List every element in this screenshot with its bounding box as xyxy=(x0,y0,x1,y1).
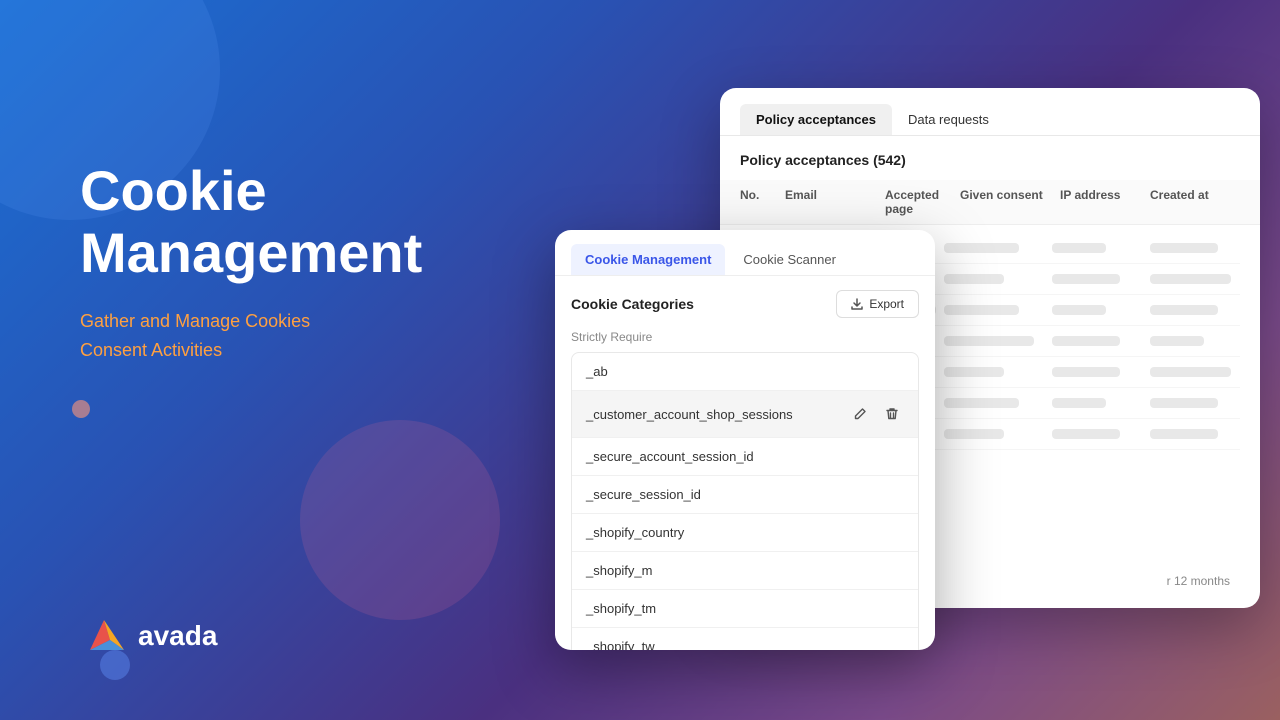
cookie-panel: Cookie Management Cookie Scanner Cookie … xyxy=(555,230,935,650)
skeleton xyxy=(944,429,1004,439)
skeleton xyxy=(1052,274,1120,284)
col-ip-address: IP address xyxy=(1060,188,1150,216)
skeleton xyxy=(1150,336,1204,346)
skeleton xyxy=(944,305,1019,315)
skeleton xyxy=(1150,429,1218,439)
edit-icon[interactable] xyxy=(848,402,872,426)
policy-footer: r 12 months xyxy=(1167,574,1230,588)
policy-tab-requests[interactable]: Data requests xyxy=(892,104,1005,135)
cookie-item-customer-account[interactable]: _customer_account_shop_sessions xyxy=(572,391,918,438)
cookie-list: _ab _customer_account_shop_sessions _sec… xyxy=(571,352,919,650)
col-no: No. xyxy=(740,188,785,216)
delete-icon[interactable] xyxy=(880,402,904,426)
col-email: Email xyxy=(785,188,885,216)
cookie-item-actions xyxy=(848,402,904,426)
bg-dot-1 xyxy=(72,400,90,418)
cookie-item-shopify-m[interactable]: _shopify_m xyxy=(572,552,918,590)
skeleton xyxy=(1150,367,1231,377)
col-given-consent: Given consent xyxy=(960,188,1060,216)
bg-decoration-2 xyxy=(300,420,500,620)
export-icon xyxy=(851,298,863,310)
skeleton xyxy=(1052,336,1120,346)
skeleton xyxy=(1052,243,1106,253)
skeleton xyxy=(944,398,1019,408)
skeleton xyxy=(1150,305,1218,315)
cookie-tabs: Cookie Management Cookie Scanner xyxy=(555,230,935,276)
cookie-item-shopify-country[interactable]: _shopify_country xyxy=(572,514,918,552)
policy-tabs: Policy acceptances Data requests xyxy=(720,88,1260,136)
skeleton xyxy=(1052,429,1120,439)
skeleton xyxy=(1150,274,1231,284)
col-created-at: Created at xyxy=(1150,188,1240,216)
cookie-categories-title: Cookie Categories xyxy=(571,296,694,312)
strictly-require-label: Strictly Require xyxy=(555,326,935,352)
col-accepted-page: Accepted page xyxy=(885,188,960,216)
skeleton xyxy=(944,243,1019,253)
cookie-item-ab[interactable]: _ab xyxy=(572,353,918,391)
policy-tab-acceptances[interactable]: Policy acceptances xyxy=(740,104,892,135)
avada-logo-icon xyxy=(80,612,128,660)
policy-table-header: No. Email Accepted page Given consent IP… xyxy=(720,180,1260,225)
cookie-tab-management[interactable]: Cookie Management xyxy=(571,244,725,275)
cookie-item-secure-account[interactable]: _secure_account_session_id xyxy=(572,438,918,476)
export-button[interactable]: Export xyxy=(836,290,919,318)
policy-header: Policy acceptances (542) xyxy=(720,136,1260,180)
skeleton xyxy=(1150,243,1218,253)
skeleton xyxy=(1052,398,1106,408)
left-content: Cookie Management Gather and Manage Cook… xyxy=(80,160,480,365)
skeleton xyxy=(944,336,1034,346)
skeleton xyxy=(1052,305,1106,315)
cookie-tab-scanner[interactable]: Cookie Scanner xyxy=(729,244,850,275)
logo-text: avada xyxy=(138,620,217,652)
cookie-item-shopify-tm[interactable]: _shopify_tm xyxy=(572,590,918,628)
skeleton xyxy=(1150,398,1218,408)
skeleton xyxy=(1052,367,1120,377)
main-title: Cookie Management xyxy=(80,160,480,283)
skeleton xyxy=(944,274,1004,284)
logo-area: avada xyxy=(80,612,217,660)
subtitle: Gather and Manage Cookies Consent Activi… xyxy=(80,307,480,365)
skeleton xyxy=(944,367,1004,377)
cookie-item-shopify-tw[interactable]: _shopify_tw xyxy=(572,628,918,650)
cookie-item-secure-session[interactable]: _secure_session_id xyxy=(572,476,918,514)
cookie-panel-header: Cookie Categories Export xyxy=(555,276,935,326)
